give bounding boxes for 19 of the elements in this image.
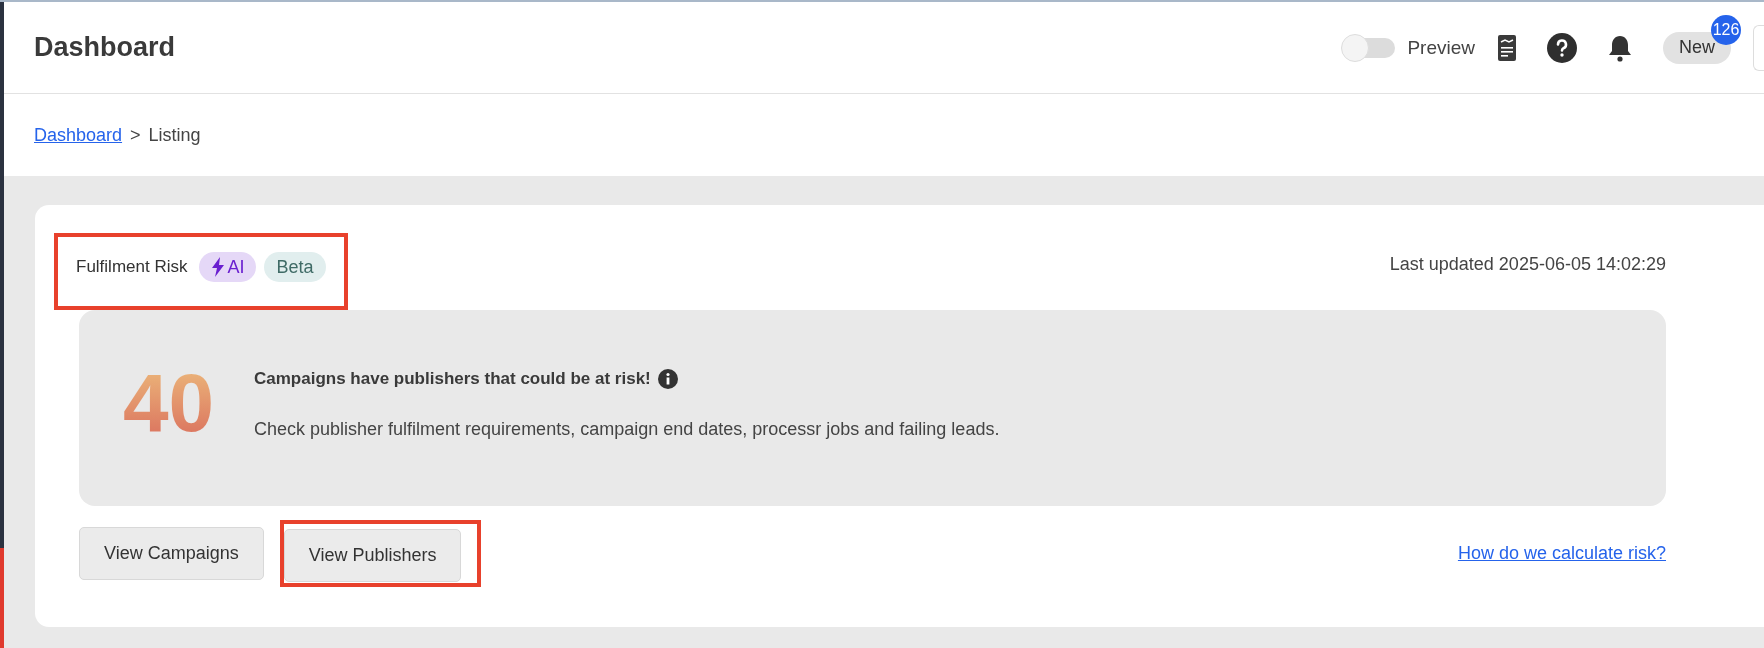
page-title: Dashboard [34, 32, 177, 63]
tag-label: Beta [276, 256, 314, 278]
risk-headline: Campaigns have publishers that could be at risk! [254, 368, 651, 389]
lightning-icon [211, 257, 226, 277]
notification-bell-icon[interactable] [1607, 33, 1633, 62]
breadcrumb-separator: > [130, 124, 141, 146]
preview-label: Preview [1407, 36, 1475, 59]
card-title: Fulfilment Risk [76, 257, 188, 277]
last-updated: Last updated 2025-06-05 14:02:29 [1389, 254, 1666, 275]
report-icon[interactable] [1497, 33, 1517, 62]
tag-label: AI [227, 256, 245, 278]
info-icon[interactable] [657, 368, 678, 389]
help-icon[interactable] [1547, 32, 1577, 63]
help-link[interactable]: How do we calculate risk? [1457, 543, 1666, 564]
breadcrumb-link[interactable]: Dashboard [34, 124, 123, 146]
view-button[interactable]: View Publishers [283, 529, 462, 582]
risk-description: Check publisher fulfilment requirements, campaign end dates, processr jobs and failing leads. [254, 418, 1000, 440]
breadcrumb-current: Listing [148, 124, 201, 146]
view-button[interactable]: View Campaigns [79, 527, 264, 580]
